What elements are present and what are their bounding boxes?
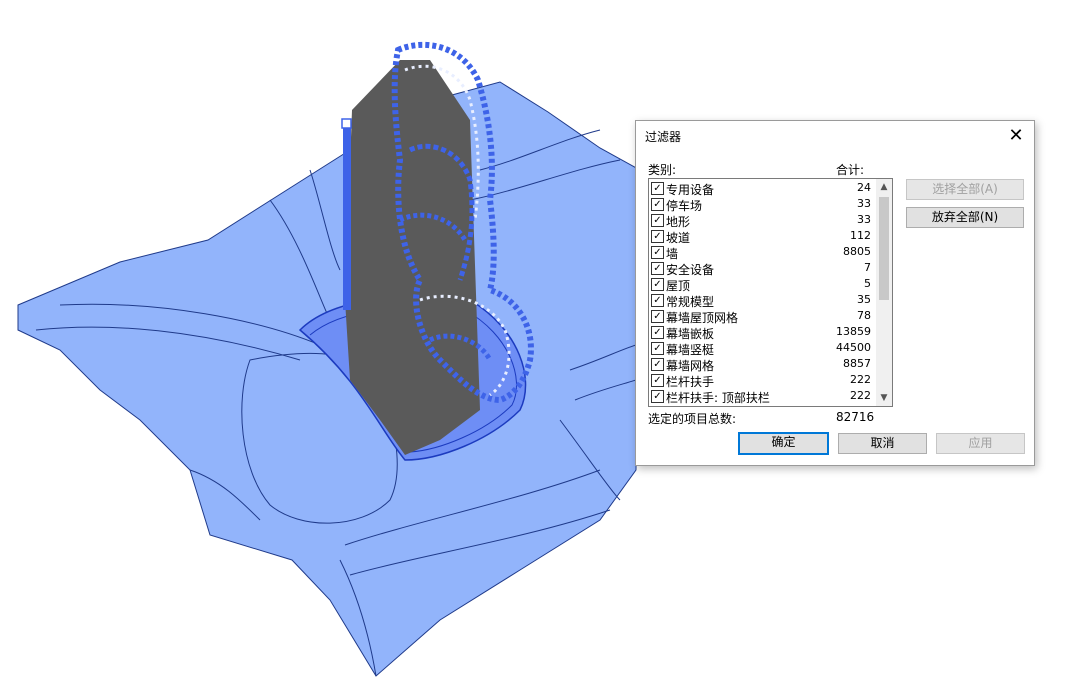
item-count: 78 [857, 309, 871, 322]
checkbox[interactable]: ✓ [651, 230, 664, 243]
item-count: 8805 [843, 245, 871, 258]
tower-mast-cap [341, 118, 352, 129]
item-count: 35 [857, 293, 871, 306]
site-terrain[interactable] [17, 81, 641, 677]
scroll-up-icon[interactable]: ▲ [876, 179, 892, 195]
checkbox[interactable]: ✓ [651, 278, 664, 291]
list-item[interactable]: ✓ 坡道 112 [649, 228, 875, 245]
item-count: 112 [850, 229, 871, 242]
checkbox[interactable]: ✓ [651, 182, 664, 195]
list-scrollbar[interactable]: ▲ ▼ [876, 179, 892, 406]
scroll-down-icon[interactable]: ▼ [876, 390, 892, 406]
total-selected-value: 82716 [836, 410, 875, 424]
list-item[interactable]: ✓ 停车场 33 [649, 196, 875, 213]
list-item[interactable]: ✓ 栏杆扶手: 顶部扶栏 222 [649, 388, 875, 405]
apply-button[interactable]: 应用 [936, 433, 1025, 454]
scrollbar-thumb[interactable] [879, 197, 889, 300]
list-item[interactable]: ✓ 屋顶 5 [649, 276, 875, 293]
close-icon[interactable]: ✕ [1004, 124, 1028, 148]
item-count: 222 [850, 389, 871, 402]
item-count: 222 [850, 373, 871, 386]
list-item[interactable]: ✓ 幕墙嵌板 13859 [649, 324, 875, 341]
checkbox[interactable]: ✓ [651, 262, 664, 275]
item-count: 5 [864, 277, 871, 290]
checkbox[interactable]: ✓ [651, 326, 664, 339]
ok-button[interactable]: 确定 [738, 432, 829, 455]
list-item[interactable]: ✓ 栏杆扶手 222 [649, 372, 875, 389]
checkbox[interactable]: ✓ [651, 374, 664, 387]
item-label: 栏杆扶手: 顶部扶栏 [666, 391, 770, 405]
checkbox[interactable]: ✓ [651, 390, 664, 403]
list-item[interactable]: ✓ 常规模型 35 [649, 292, 875, 309]
total-selected-label: 选定的项目总数: [648, 412, 737, 426]
checkbox[interactable]: ✓ [651, 358, 664, 371]
category-header: 类别: [648, 163, 677, 177]
item-count: 33 [857, 197, 871, 210]
dialog-titlebar[interactable]: 过滤器 ✕ [636, 121, 1034, 151]
tower-mast [343, 120, 351, 310]
checkbox[interactable]: ✓ [651, 310, 664, 323]
dialog-title: 过滤器 [645, 130, 682, 144]
list-item[interactable]: ✓ 专用设备 24 [649, 180, 875, 197]
category-list[interactable]: ✓ 专用设备 24 ✓ 停车场 33 ✓ 地形 33 ✓ 坡道 112 ✓ 墙 8805 ✓ 安全设备 7 ✓ 屋顶 5… [648, 178, 893, 407]
filter-dialog: 过滤器 ✕ 类别: 合计: ✓ 专用设备 24 ✓ 停车场 33 ✓ 地形 33 ✓ 坡道 112 ✓ 墙… [635, 120, 1035, 466]
list-item[interactable]: ✓ 幕墙屋顶网格 78 [649, 308, 875, 325]
checkbox[interactable]: ✓ [651, 246, 664, 259]
list-item[interactable]: ✓ 幕墙网格 8857 [649, 356, 875, 373]
item-count: 8857 [843, 357, 871, 370]
checkbox[interactable]: ✓ [651, 294, 664, 307]
checkbox[interactable]: ✓ [651, 214, 664, 227]
item-count: 7 [864, 261, 871, 274]
item-count: 24 [857, 181, 871, 194]
item-count: 44500 [836, 341, 871, 354]
cancel-button[interactable]: 取消 [838, 433, 927, 454]
item-count: 33 [857, 213, 871, 226]
checkbox[interactable]: ✓ [651, 198, 664, 211]
list-item[interactable]: ✓ 墙 8805 [649, 244, 875, 261]
checkbox[interactable]: ✓ [651, 342, 664, 355]
list-item[interactable]: ✓ 安全设备 7 [649, 260, 875, 277]
select-all-button[interactable]: 选择全部(A) [906, 179, 1024, 200]
list-item[interactable]: ✓ 幕墙竖梃 44500 [649, 340, 875, 357]
count-header: 合计: [836, 163, 865, 177]
list-item[interactable]: ✓ 地形 33 [649, 212, 875, 229]
deselect-all-button[interactable]: 放弃全部(N) [906, 207, 1024, 228]
item-count: 13859 [836, 325, 871, 338]
tower-body [345, 60, 480, 455]
